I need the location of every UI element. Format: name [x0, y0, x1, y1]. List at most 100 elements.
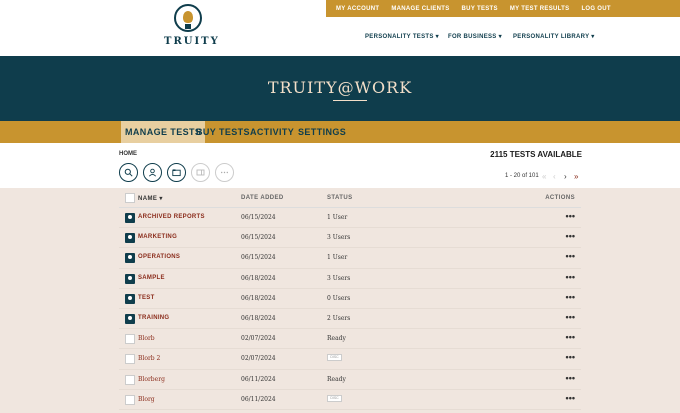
row-date: 06/18/2024 — [241, 274, 276, 282]
group-icon — [125, 213, 135, 223]
row-actions-button[interactable]: ••• — [566, 332, 575, 342]
toolbar-area: HOME 2115 TESTS AVAILABLE 1 - 20 of 101 … — [0, 143, 680, 188]
row-status: 3 Users — [327, 234, 351, 242]
row-actions-button[interactable]: ••• — [566, 211, 575, 221]
row-checkbox[interactable] — [125, 374, 135, 385]
table-row[interactable]: MARKETING 06/15/2024 3 Users ••• — [119, 228, 581, 249]
row-name-link[interactable]: Blorb — [138, 335, 155, 342]
table-row[interactable]: OPERATIONS 06/15/2024 1 User ••• — [119, 248, 581, 269]
row-date: 06/18/2024 — [241, 294, 276, 302]
group-icon — [125, 273, 135, 284]
prev-page-icon[interactable]: ‹ — [553, 172, 556, 181]
row-actions-button[interactable]: ••• — [566, 312, 575, 322]
tab-buy-tests[interactable]: BUY TESTS — [192, 121, 254, 143]
banner-underline — [333, 100, 367, 101]
row-status: Ready — [327, 335, 346, 343]
nav-buy-tests[interactable]: BUY TESTS — [462, 6, 498, 12]
status-badge: DISC — [327, 354, 342, 362]
table-row[interactable]: Blorberg 06/11/2024 Ready ••• — [119, 370, 581, 390]
row-name-link[interactable]: Blorb 2 — [138, 355, 160, 362]
row-actions-button[interactable]: ••• — [566, 393, 575, 403]
nav-for-business[interactable]: FOR BUSINESS ▾ — [448, 33, 502, 40]
ellipsis-icon — [221, 171, 228, 174]
search-button[interactable] — [119, 163, 138, 182]
row-status: 0 Users — [327, 294, 351, 302]
hero-banner: TRUITY@WORK — [0, 56, 680, 121]
table-row[interactable]: TEST 06/18/2024 0 Users ••• — [119, 289, 581, 309]
group-icon — [125, 233, 135, 244]
row-date: 06/15/2024 — [241, 214, 276, 221]
table-header: NAME ▾ DATE ADDED STATUS ACTIONS — [119, 188, 581, 208]
row-name-link[interactable]: SAMPLE — [138, 275, 165, 281]
column-date-header: DATE ADDED — [241, 195, 284, 201]
row-status: 1 User — [327, 214, 348, 221]
banner-title: TRUITY@WORK — [267, 78, 413, 97]
nav-personality-library[interactable]: PERSONALITY LIBRARY ▾ — [513, 33, 595, 40]
row-checkbox[interactable] — [125, 334, 135, 345]
row-name-link[interactable]: Blorberg — [138, 376, 165, 383]
row-checkbox[interactable] — [125, 394, 135, 405]
row-actions-button[interactable]: ••• — [566, 352, 575, 362]
select-all-checkbox[interactable] — [125, 193, 135, 203]
table-row[interactable]: Blorg 06/11/2024 DISC ••• — [119, 390, 581, 410]
add-folder-button[interactable] — [167, 163, 186, 182]
add-user-button[interactable] — [143, 163, 162, 182]
first-page-icon[interactable]: « — [542, 172, 546, 181]
table-row[interactable]: Blorb 02/07/2024 Ready ••• — [119, 329, 581, 350]
group-icon — [125, 253, 135, 264]
column-name-header[interactable]: NAME ▾ — [138, 195, 163, 202]
row-actions-button[interactable]: ••• — [566, 231, 575, 241]
row-date: 06/15/2024 — [241, 254, 276, 262]
row-name-link[interactable]: ARCHIVED REPORTS — [138, 214, 205, 220]
row-date: 06/15/2024 — [241, 234, 276, 242]
pagination-status: 1 - 20 of 101 — [505, 173, 539, 179]
column-status-header: STATUS — [327, 195, 353, 201]
tab-settings[interactable]: SETTINGS — [294, 121, 350, 143]
row-status: Ready — [327, 375, 346, 383]
last-page-icon[interactable]: » — [574, 172, 578, 181]
status-badge: DISC — [327, 394, 342, 402]
folder-icon — [172, 169, 181, 177]
tests-table: NAME ▾ DATE ADDED STATUS ACTIONS ARCHIVE… — [119, 188, 581, 410]
more-options-button[interactable] — [215, 163, 234, 182]
table-row[interactable]: ARCHIVED REPORTS 06/15/2024 1 User ••• — [119, 208, 581, 229]
move-button[interactable] — [191, 163, 210, 182]
row-name-link[interactable]: OPERATIONS — [138, 254, 180, 260]
tests-available: 2115 TESTS AVAILABLE — [490, 150, 582, 159]
logo-text: TRUITY — [164, 36, 220, 47]
row-status: 1 User — [327, 254, 348, 262]
nav-personality-tests[interactable]: PERSONALITY TESTS ▾ — [365, 33, 439, 40]
row-actions-button[interactable]: ••• — [566, 292, 575, 302]
table-row[interactable]: TRAINING 06/18/2024 2 Users ••• — [119, 309, 581, 330]
search-icon — [124, 168, 133, 177]
next-page-icon[interactable]: › — [564, 172, 567, 181]
nav-my-account[interactable]: MY ACCOUNT — [336, 6, 379, 12]
nav-log-out[interactable]: LOG OUT — [581, 6, 610, 12]
row-name-link[interactable]: MARKETING — [138, 234, 177, 240]
row-date: 06/11/2024 — [241, 395, 276, 403]
row-actions-button[interactable]: ••• — [566, 373, 575, 383]
group-icon — [125, 293, 135, 304]
table-row[interactable]: SAMPLE 06/18/2024 3 Users ••• — [119, 269, 581, 289]
truity-logo[interactable]: TRUITY — [164, 4, 220, 52]
section-tabs: MANAGE TESTS BUY TESTS ACTIVITY SETTINGS — [0, 121, 680, 143]
tab-activity[interactable]: ACTIVITY — [246, 121, 298, 143]
nav-my-test-results[interactable]: MY TEST RESULTS — [510, 6, 570, 12]
lightbulb-icon — [174, 4, 202, 32]
row-name-link[interactable]: TEST — [138, 295, 155, 301]
row-actions-button[interactable]: ••• — [566, 251, 575, 261]
row-date: 02/07/2024 — [241, 355, 276, 363]
row-name-link[interactable]: Blorg — [138, 396, 155, 403]
row-date: 02/07/2024 — [241, 335, 276, 343]
row-actions-button[interactable]: ••• — [566, 272, 575, 282]
main-nav: PERSONALITY TESTS ▾ FOR BUSINESS ▾ PERSO… — [326, 33, 680, 45]
table-row[interactable]: Blorb 2 02/07/2024 DISC ••• — [119, 349, 581, 370]
table-body: ARCHIVED REPORTS 06/15/2024 1 User ••• MARKE… — [119, 208, 581, 410]
column-actions-header: ACTIONS — [545, 195, 575, 201]
row-name-link[interactable]: TRAINING — [138, 315, 169, 321]
breadcrumb[interactable]: HOME — [119, 151, 137, 157]
user-icon — [148, 168, 157, 177]
row-date: 06/18/2024 — [241, 314, 276, 322]
row-checkbox[interactable] — [125, 354, 135, 365]
nav-manage-clients[interactable]: MANAGE CLIENTS — [391, 6, 449, 12]
